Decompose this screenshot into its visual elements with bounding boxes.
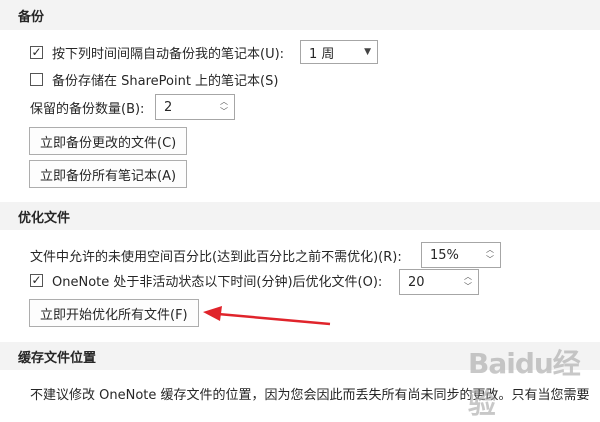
backup-changed-files-button[interactable]: 立即备份更改的文件(C)	[29, 127, 188, 155]
inactive-optimize-row[interactable]: ✓ OneNote 处于非活动状态以下时间(分钟)后优化文件(O):	[30, 270, 382, 290]
backup-section-title: 备份	[18, 9, 45, 25]
optimize-section-header: 优化文件	[0, 202, 600, 230]
chevron-down-icon: ▼	[364, 47, 371, 57]
unused-space-value: 15%	[430, 247, 459, 263]
unused-space-row: 文件中允许的未使用空间百分比(达到此百分比之前不需优化)(R):	[30, 245, 402, 265]
unused-space-label: 文件中允许的未使用空间百分比(达到此百分比之前不需优化)(R):	[30, 249, 402, 265]
optimize-all-files-button[interactable]: 立即开始优化所有文件(F)	[29, 299, 199, 327]
backup-changed-files-label: 立即备份更改的文件(C)	[40, 135, 177, 151]
auto-backup-checkbox[interactable]: ✓	[30, 45, 43, 59]
backup-count-value: 2	[164, 99, 173, 115]
baidu-watermark: Baidu经验	[468, 347, 581, 420]
backup-count-spinner[interactable]: 2 ︿ ﹀	[155, 94, 235, 120]
auto-backup-row[interactable]: ✓ 按下列时间间隔自动备份我的笔记本(U):	[30, 42, 284, 62]
unused-space-spinner[interactable]: 15% ︿ ﹀	[421, 242, 501, 268]
backup-interval-value: 1 周	[309, 46, 335, 62]
backup-interval-select[interactable]: 1 周 ▼	[300, 40, 378, 64]
backup-count-row: 保留的备份数量(B):	[30, 97, 144, 117]
inactive-minutes-spinner[interactable]: 20 ︿ ﹀	[399, 269, 479, 295]
backup-all-notebooks-label: 立即备份所有笔记本(A)	[40, 168, 177, 184]
backup-all-notebooks-button[interactable]: 立即备份所有笔记本(A)	[29, 160, 188, 188]
inactive-optimize-label: OneNote 处于非活动状态以下时间(分钟)后优化文件(O):	[52, 274, 383, 290]
auto-backup-label: 按下列时间间隔自动备份我的笔记本(U):	[52, 46, 285, 62]
inactive-optimize-checkbox[interactable]: ✓	[30, 273, 43, 287]
inactive-minutes-value: 20	[408, 274, 425, 290]
spin-arrows-icon[interactable]: ︿ ﹀	[462, 270, 474, 294]
arrow-shaft	[217, 312, 331, 326]
spin-arrows-icon[interactable]: ︿ ﹀	[218, 95, 230, 119]
sharepoint-backup-row[interactable]: 备份存储在 SharePoint 上的笔记本(S)	[30, 69, 278, 89]
sharepoint-backup-checkbox[interactable]	[30, 72, 43, 86]
arrow-head	[203, 306, 222, 321]
optimize-section-title: 优化文件	[18, 210, 71, 226]
optimize-all-files-label: 立即开始优化所有文件(F)	[40, 307, 188, 323]
backup-section-header: 备份	[0, 0, 600, 30]
backup-count-label: 保留的备份数量(B):	[30, 101, 145, 117]
cache-section-title: 缓存文件位置	[18, 350, 97, 366]
spin-arrows-icon[interactable]: ︿ ﹀	[484, 243, 496, 267]
sharepoint-backup-label: 备份存储在 SharePoint 上的笔记本(S)	[52, 73, 279, 89]
